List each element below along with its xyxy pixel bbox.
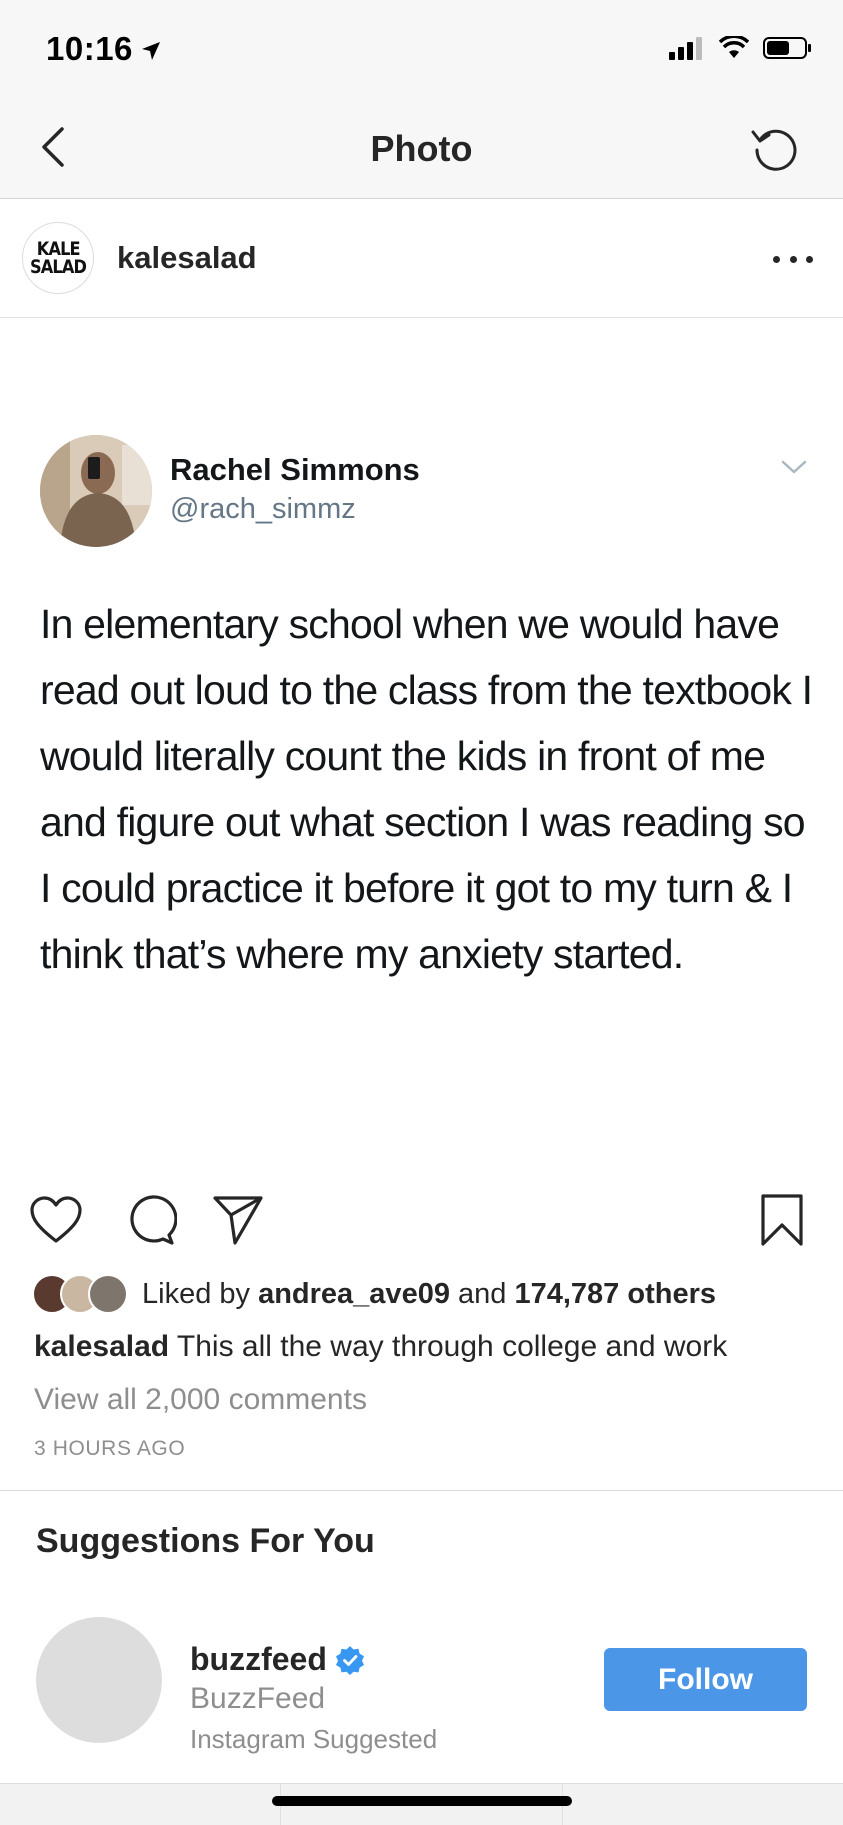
verified-badge-icon: [335, 1645, 364, 1675]
suggestion-avatar[interactable]: [36, 1617, 162, 1743]
liker-avatars: [32, 1274, 128, 1314]
save-button[interactable]: [752, 1190, 812, 1250]
liked-by-others[interactable]: 174,787 others: [514, 1278, 716, 1310]
nav-bar: Photo: [0, 100, 843, 199]
location-arrow-icon: [140, 40, 162, 67]
comment-icon: [130, 1195, 177, 1245]
post-username[interactable]: kalesalad: [117, 240, 257, 276]
comment-button[interactable]: [120, 1190, 180, 1250]
post-actions: [0, 1180, 843, 1260]
suggestion-username-row[interactable]: buzzfeed: [190, 1641, 365, 1678]
likes-row[interactable]: Liked by andrea_ave09 and 174,787 others: [32, 1272, 716, 1316]
refresh-button[interactable]: [745, 118, 805, 178]
caption-username[interactable]: kalesalad: [34, 1330, 169, 1363]
home-indicator[interactable]: [272, 1796, 572, 1806]
caption-text: This all the way through college and wor…: [176, 1330, 728, 1363]
battery-icon: [763, 36, 813, 65]
post-timestamp: 3 HOURS AGO: [34, 1437, 186, 1460]
status-indicators: [669, 34, 813, 65]
refresh-icon: [751, 129, 797, 171]
suggestions-title: Suggestions For You: [36, 1522, 375, 1560]
liked-by-and: and: [458, 1277, 507, 1310]
signal-icon: [669, 36, 705, 65]
suggestion-username: buzzfeed: [190, 1641, 327, 1677]
avatar-logo-bottom: SALAD: [29, 256, 87, 278]
liked-by-user[interactable]: andrea_ave09: [258, 1278, 450, 1310]
status-time: 10:16: [46, 30, 133, 67]
follow-button[interactable]: Follow: [604, 1648, 807, 1711]
status-bar: 10:16: [0, 0, 843, 100]
liker-avatar: [88, 1274, 128, 1314]
view-all-comments-link[interactable]: View all 2,000 comments: [34, 1383, 367, 1417]
liked-by-prefix: Liked by: [142, 1277, 251, 1310]
suggestion-full-name: BuzzFeed: [190, 1682, 326, 1715]
wifi-icon: [718, 34, 750, 65]
tweet-author-handle: @rach_simmz: [170, 493, 356, 525]
direct-share-icon: [213, 1196, 263, 1245]
likes-text: Liked by andrea_ave09 and 174,787 others: [142, 1278, 716, 1311]
avatar[interactable]: KALE SALAD: [22, 222, 94, 294]
post-photo[interactable]: Rachel Simmons @rach_simmz In elementary…: [0, 319, 843, 1179]
caption: kalesalad This all the way through colle…: [34, 1330, 727, 1364]
divider: [0, 1490, 843, 1491]
share-button[interactable]: [208, 1190, 268, 1250]
more-options-button[interactable]: [773, 244, 813, 274]
post-header: KALE SALAD kalesalad: [0, 200, 843, 318]
like-button[interactable]: [26, 1190, 86, 1250]
tweet-avatar: [40, 435, 152, 547]
suggestion-reason: Instagram Suggested: [190, 1724, 438, 1754]
heart-icon: [30, 1196, 82, 1243]
more-dots-icon: [773, 255, 780, 263]
chevron-down-icon: [781, 459, 807, 480]
tweet-text: In elementary school when we would have …: [40, 601, 813, 977]
tweet-author-name: Rachel Simmons: [170, 452, 420, 487]
bookmark-icon: [761, 1194, 803, 1246]
page-title: Photo: [370, 128, 473, 169]
